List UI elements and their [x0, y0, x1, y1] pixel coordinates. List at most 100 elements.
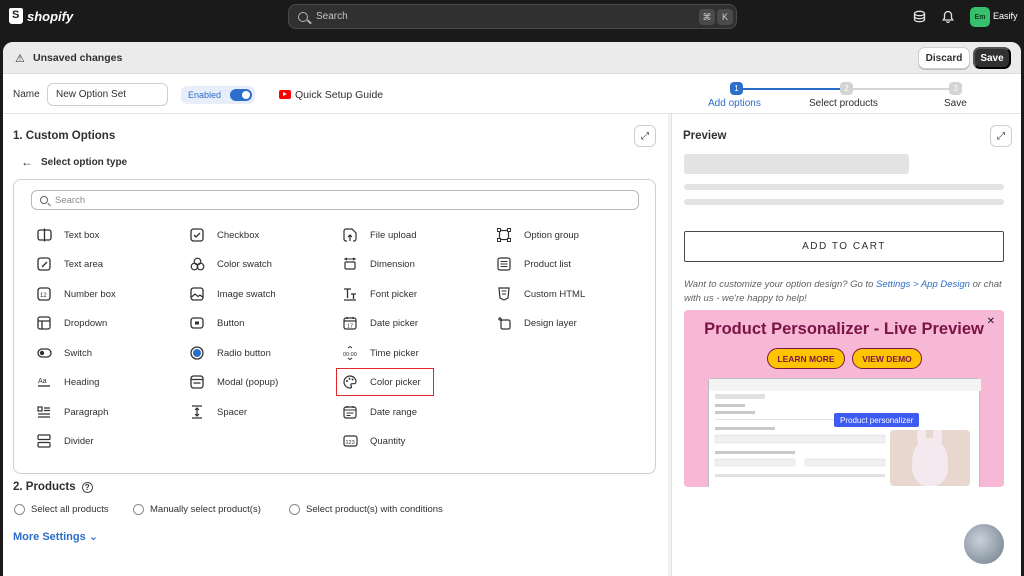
option-font-picker[interactable]: Font picker: [342, 283, 417, 305]
option-quantity[interactable]: 123 Quantity: [342, 430, 405, 452]
option-text-area[interactable]: Text area: [36, 253, 103, 275]
enabled-toggle[interactable]: [230, 89, 252, 101]
radio-icon: [133, 504, 144, 515]
product-personalizer-badge: Product personalizer: [834, 413, 920, 427]
number-box-icon: 12: [36, 286, 52, 302]
option-label: Radio button: [217, 347, 271, 359]
option-set-name-input[interactable]: [47, 83, 168, 106]
chat-support-avatar[interactable]: [962, 522, 1006, 566]
option-date-picker[interactable]: 17 Date picker: [342, 312, 418, 334]
option-checkbox[interactable]: Checkbox: [189, 224, 259, 246]
option-search-input[interactable]: Search: [31, 190, 639, 210]
quick-setup-guide-link[interactable]: Quick Setup Guide: [295, 89, 383, 101]
products-section-title: 2. Products ?: [13, 481, 93, 493]
app-design-link[interactable]: Settings > App Design: [876, 279, 970, 290]
option-date-range[interactable]: Date range: [342, 401, 417, 423]
step-2-label[interactable]: Select products: [809, 98, 878, 109]
option-image-swatch[interactable]: Image swatch: [189, 283, 276, 305]
expand-preview-button[interactable]: ⤢: [990, 125, 1012, 147]
command-key-badge: ⌘: [699, 9, 715, 25]
option-file-upload[interactable]: File upload: [342, 224, 416, 246]
warning-icon: ⚠: [15, 53, 25, 65]
option-dimension[interactable]: Dimension: [342, 253, 415, 275]
option-modal-popup[interactable]: Modal (popup): [189, 371, 278, 393]
skeleton-line: [684, 199, 1004, 205]
option-color-swatch[interactable]: Color swatch: [189, 253, 272, 275]
option-label: Color picker: [370, 376, 421, 388]
shopify-bag-icon: [9, 8, 23, 24]
store-name[interactable]: Easify: [993, 11, 1018, 21]
back-to-option-types[interactable]: ← Select option type: [21, 155, 127, 169]
date-range-icon: [342, 404, 358, 420]
radio-label: Manually select product(s): [150, 504, 261, 515]
global-search-input[interactable]: Search ⌘ K: [288, 4, 737, 29]
view-demo-button[interactable]: VIEW DEMO: [852, 348, 922, 369]
main-panel: ⚠ Unsaved changes Discard Save Name Enab…: [3, 42, 1021, 576]
option-type-card: Search Text box Text area 12 Number box …: [13, 179, 656, 474]
expand-icon: ⤢: [641, 130, 649, 142]
dimension-icon: [342, 256, 358, 272]
preview-section: Preview ⤢ ADD TO CART Want to customize …: [671, 114, 1021, 576]
color-swatch-icon: [189, 256, 205, 272]
step-3-label[interactable]: Save: [944, 98, 967, 109]
option-dropdown[interactable]: Dropdown: [36, 312, 107, 334]
dropdown-icon: [36, 315, 52, 331]
search-placeholder: Search: [316, 11, 348, 22]
close-icon[interactable]: ✕: [987, 316, 995, 327]
radio-label: Select product(s) with conditions: [306, 504, 443, 515]
option-custom-html[interactable]: Custom HTML: [496, 283, 585, 305]
save-button[interactable]: Save: [973, 47, 1011, 69]
radio-select-products-conditions[interactable]: Select product(s) with conditions: [289, 504, 443, 515]
quantity-icon: 123: [342, 433, 358, 449]
bunny-body: [912, 438, 948, 486]
arrow-left-icon: ←: [21, 155, 33, 169]
option-time-picker[interactable]: 00:00 Time picker: [342, 342, 419, 364]
option-label: Date range: [370, 406, 418, 418]
date-picker-icon: 17: [342, 315, 358, 331]
learn-more-button[interactable]: LEARN MORE: [767, 348, 845, 369]
bell-icon[interactable]: [941, 9, 955, 23]
checkbox-icon: [189, 227, 205, 243]
option-label: Date picker: [370, 317, 419, 329]
promo-banner[interactable]: Product Personalizer - Live Preview ✕ LE…: [684, 310, 1004, 487]
option-product-list[interactable]: Product list: [496, 253, 571, 275]
option-spacer[interactable]: Spacer: [189, 401, 247, 423]
radio-manually-select-products[interactable]: Manually select product(s): [133, 504, 261, 515]
store-icon[interactable]: [912, 9, 926, 23]
bunny-product-image: [890, 430, 970, 486]
option-design-layer[interactable]: Design layer: [496, 312, 577, 334]
paragraph-icon: [36, 404, 52, 420]
option-option-group[interactable]: Option group: [496, 224, 579, 246]
option-label: Option group: [524, 229, 579, 241]
option-color-picker[interactable]: Color picker: [336, 368, 434, 396]
step-1-label[interactable]: Add options: [708, 98, 761, 109]
help-icon[interactable]: ?: [81, 481, 93, 493]
option-label: File upload: [370, 229, 417, 241]
radio-label: Select all products: [31, 504, 109, 515]
option-radio-button[interactable]: Radio button: [189, 342, 271, 364]
option-switch[interactable]: Switch: [36, 342, 92, 364]
text-area-icon: [36, 256, 52, 272]
file-upload-icon: [342, 227, 358, 243]
option-paragraph[interactable]: Paragraph: [36, 401, 108, 423]
spacer-icon: [189, 404, 205, 420]
store-avatar[interactable]: Em: [970, 7, 990, 27]
expand-options-button[interactable]: ⤢: [634, 125, 656, 147]
top-bar: shopify Search ⌘ K Em Easify: [0, 0, 1024, 34]
option-label: Font picker: [370, 288, 417, 300]
option-button[interactable]: Button: [189, 312, 244, 334]
option-label: Heading: [64, 376, 100, 388]
option-heading[interactable]: Aa Heading: [36, 371, 99, 393]
banner-title: Product Personalizer - Live Preview: [704, 320, 984, 338]
option-number-box[interactable]: 12 Number box: [36, 283, 116, 305]
radio-select-all-products[interactable]: Select all products: [14, 504, 109, 515]
name-label: Name: [13, 89, 40, 100]
products-title: 2. Products: [13, 481, 76, 493]
more-settings-link[interactable]: More Settings ⌄: [13, 530, 98, 543]
shopify-logo[interactable]: shopify: [9, 8, 73, 24]
discard-button[interactable]: Discard: [918, 47, 970, 69]
option-divider[interactable]: Divider: [36, 430, 94, 452]
add-to-cart-button[interactable]: ADD TO CART: [684, 231, 1004, 262]
expand-icon: ⤢: [997, 130, 1005, 142]
option-text-box[interactable]: Text box: [36, 224, 99, 246]
